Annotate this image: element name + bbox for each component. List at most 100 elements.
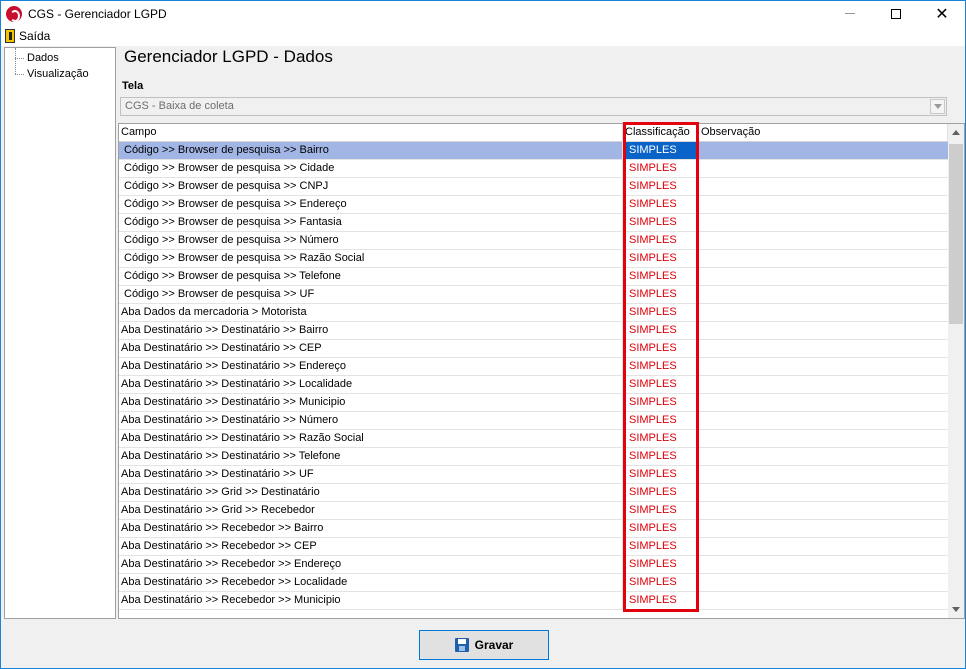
table-row[interactable]: Código >> Browser de pesquisa >> Telefon… <box>119 268 948 286</box>
vertical-scrollbar[interactable] <box>948 124 964 618</box>
cell-campo[interactable]: Código >> Browser de pesquisa >> Fantasi… <box>119 214 623 231</box>
cell-campo[interactable]: Código >> Browser de pesquisa >> Cidade <box>119 160 623 177</box>
cell-classificacao[interactable]: SIMPLES <box>623 376 699 393</box>
table-row[interactable]: Aba Destinatário >> Grid >> Destinatário… <box>119 484 948 502</box>
table-row[interactable]: Aba Destinatário >> Grid >> Recebedor SIM… <box>119 502 948 520</box>
table-row[interactable]: Aba Destinatário >> Destinatário >> CEP S… <box>119 340 948 358</box>
table-row[interactable]: Código >> Browser de pesquisa >> Razão S… <box>119 250 948 268</box>
cell-observacao[interactable] <box>699 304 948 321</box>
table-row[interactable]: Aba Destinatário >> Destinatário >> Loca… <box>119 376 948 394</box>
cell-classificacao[interactable]: SIMPLES <box>623 538 699 555</box>
cell-observacao[interactable] <box>699 574 948 591</box>
cell-observacao[interactable] <box>699 358 948 375</box>
cell-observacao[interactable] <box>699 178 948 195</box>
cell-observacao[interactable] <box>699 394 948 411</box>
cell-observacao[interactable] <box>699 142 948 159</box>
cell-observacao[interactable] <box>699 592 948 609</box>
table-row[interactable]: Código >> Browser de pesquisa >> Endereç… <box>119 196 948 214</box>
cell-observacao[interactable] <box>699 214 948 231</box>
minimize-button[interactable] <box>827 1 873 26</box>
table-row[interactable]: Código >> Browser de pesquisa >> Bairro S… <box>119 142 948 160</box>
cell-classificacao[interactable]: SIMPLES <box>623 214 699 231</box>
cell-observacao[interactable] <box>699 376 948 393</box>
cell-campo[interactable]: Aba Destinatário >> Destinatário >> Tele… <box>119 448 623 465</box>
table-row[interactable]: Código >> Browser de pesquisa >> Cidade S… <box>119 160 948 178</box>
cell-campo[interactable]: Aba Destinatário >> Grid >> Recebedor <box>119 502 623 519</box>
title-bar[interactable]: CGS - Gerenciador LGPD ✕ <box>1 1 965 26</box>
cell-campo[interactable]: Código >> Browser de pesquisa >> Endereç… <box>119 196 623 213</box>
cell-classificacao[interactable]: SIMPLES <box>623 268 699 285</box>
table-row[interactable]: Aba Destinatário >> Recebedor >> Localid… <box>119 574 948 592</box>
scroll-down-icon[interactable] <box>952 607 960 612</box>
cell-campo[interactable]: Aba Destinatário >> Destinatário >> Núme… <box>119 412 623 429</box>
cell-campo[interactable]: Aba Dados da mercadoria > Motorista <box>119 304 623 321</box>
cell-observacao[interactable] <box>699 556 948 573</box>
cell-campo[interactable]: Aba Destinatário >> Recebedor >> CEP <box>119 538 623 555</box>
cell-classificacao[interactable]: SIMPLES <box>623 574 699 591</box>
cell-classificacao[interactable]: SIMPLES <box>623 430 699 447</box>
table-row[interactable]: Aba Destinatário >> Recebedor >> Municip… <box>119 592 948 610</box>
cell-campo[interactable]: Aba Destinatário >> Destinatário >> Razã… <box>119 430 623 447</box>
cell-classificacao[interactable]: SIMPLES <box>623 286 699 303</box>
table-row[interactable]: Aba Destinatário >> Destinatário >> Razã… <box>119 430 948 448</box>
column-header-classificacao[interactable]: Classificação <box>623 124 699 142</box>
screen-select[interactable]: CGS - Baixa de coleta <box>120 97 947 116</box>
cell-classificacao[interactable]: SIMPLES <box>623 394 699 411</box>
cell-classificacao[interactable]: SIMPLES <box>623 358 699 375</box>
scroll-thumb[interactable] <box>949 144 963 324</box>
cell-classificacao[interactable]: SIMPLES <box>623 196 699 213</box>
table-row[interactable]: Aba Destinatário >> Destinatário >> UF SI… <box>119 466 948 484</box>
cell-classificacao[interactable]: SIMPLES <box>623 448 699 465</box>
table-row[interactable]: Aba Destinatário >> Destinatário >> Núme… <box>119 412 948 430</box>
cell-campo[interactable]: Aba Destinatário >> Destinatário >> UF <box>119 466 623 483</box>
cell-classificacao[interactable]: SIMPLES <box>623 502 699 519</box>
table-row[interactable]: Aba Dados da mercadoria > Motorista SIMPL… <box>119 304 948 322</box>
cell-classificacao[interactable]: SIMPLES <box>623 520 699 537</box>
column-header-observacao[interactable]: Observação <box>699 124 948 142</box>
tree-item-dados[interactable]: Dados <box>5 51 115 67</box>
table-row[interactable]: Código >> Browser de pesquisa >> UF SIMPL… <box>119 286 948 304</box>
cell-campo[interactable]: Código >> Browser de pesquisa >> Bairro <box>119 142 623 159</box>
table-row[interactable]: Código >> Browser de pesquisa >> CNPJ SIM… <box>119 178 948 196</box>
maximize-button[interactable] <box>873 1 919 26</box>
column-header-campo[interactable]: Campo <box>119 124 623 142</box>
cell-observacao[interactable] <box>699 520 948 537</box>
scroll-up-icon[interactable] <box>952 130 960 135</box>
cell-classificacao[interactable]: SIMPLES <box>623 232 699 249</box>
table-row[interactable]: Código >> Browser de pesquisa >> Fantasi… <box>119 214 948 232</box>
cell-campo[interactable]: Aba Destinatário >> Destinatário >> Ende… <box>119 358 623 375</box>
cell-classificacao[interactable]: SIMPLES <box>623 412 699 429</box>
cell-observacao[interactable] <box>699 466 948 483</box>
cell-classificacao[interactable]: SIMPLES <box>623 250 699 267</box>
cell-observacao[interactable] <box>699 286 948 303</box>
cell-campo[interactable]: Aba Destinatário >> Destinatário >> Bair… <box>119 322 623 339</box>
cell-campo[interactable]: Aba Destinatário >> Recebedor >> Localid… <box>119 574 623 591</box>
cell-observacao[interactable] <box>699 502 948 519</box>
table-row[interactable]: Aba Destinatário >> Recebedor >> Endereç… <box>119 556 948 574</box>
cell-observacao[interactable] <box>699 538 948 555</box>
cell-campo[interactable]: Código >> Browser de pesquisa >> Razão S… <box>119 250 623 267</box>
cell-classificacao[interactable]: SIMPLES <box>623 484 699 501</box>
cell-campo[interactable]: Aba Destinatário >> Grid >> Destinatário <box>119 484 623 501</box>
dropdown-button[interactable] <box>930 99 945 114</box>
cell-campo[interactable]: Código >> Browser de pesquisa >> UF <box>119 286 623 303</box>
table-row[interactable]: Aba Destinatário >> Destinatário >> Muni… <box>119 394 948 412</box>
cell-campo[interactable]: Código >> Browser de pesquisa >> CNPJ <box>119 178 623 195</box>
cell-observacao[interactable] <box>699 322 948 339</box>
cell-classificacao[interactable]: SIMPLES <box>623 592 699 609</box>
cell-classificacao[interactable]: SIMPLES <box>623 322 699 339</box>
cell-campo[interactable]: Aba Destinatário >> Destinatário >> Loca… <box>119 376 623 393</box>
cell-observacao[interactable] <box>699 484 948 501</box>
table-row[interactable]: Aba Destinatário >> Destinatário >> Ende… <box>119 358 948 376</box>
table-row[interactable]: Aba Destinatário >> Recebedor >> Bairro S… <box>119 520 948 538</box>
save-button[interactable]: Gravar <box>419 630 549 660</box>
table-row[interactable]: Código >> Browser de pesquisa >> Número S… <box>119 232 948 250</box>
cell-classificacao[interactable]: SIMPLES <box>623 142 699 159</box>
cell-observacao[interactable] <box>699 430 948 447</box>
cell-campo[interactable]: Aba Destinatário >> Destinatário >> CEP <box>119 340 623 357</box>
tree-item-visualizacao[interactable]: Visualização <box>5 67 115 83</box>
cell-observacao[interactable] <box>699 232 948 249</box>
cell-observacao[interactable] <box>699 340 948 357</box>
menu-exit[interactable]: Saída <box>1 29 50 43</box>
cell-campo[interactable]: Aba Destinatário >> Destinatário >> Muni… <box>119 394 623 411</box>
